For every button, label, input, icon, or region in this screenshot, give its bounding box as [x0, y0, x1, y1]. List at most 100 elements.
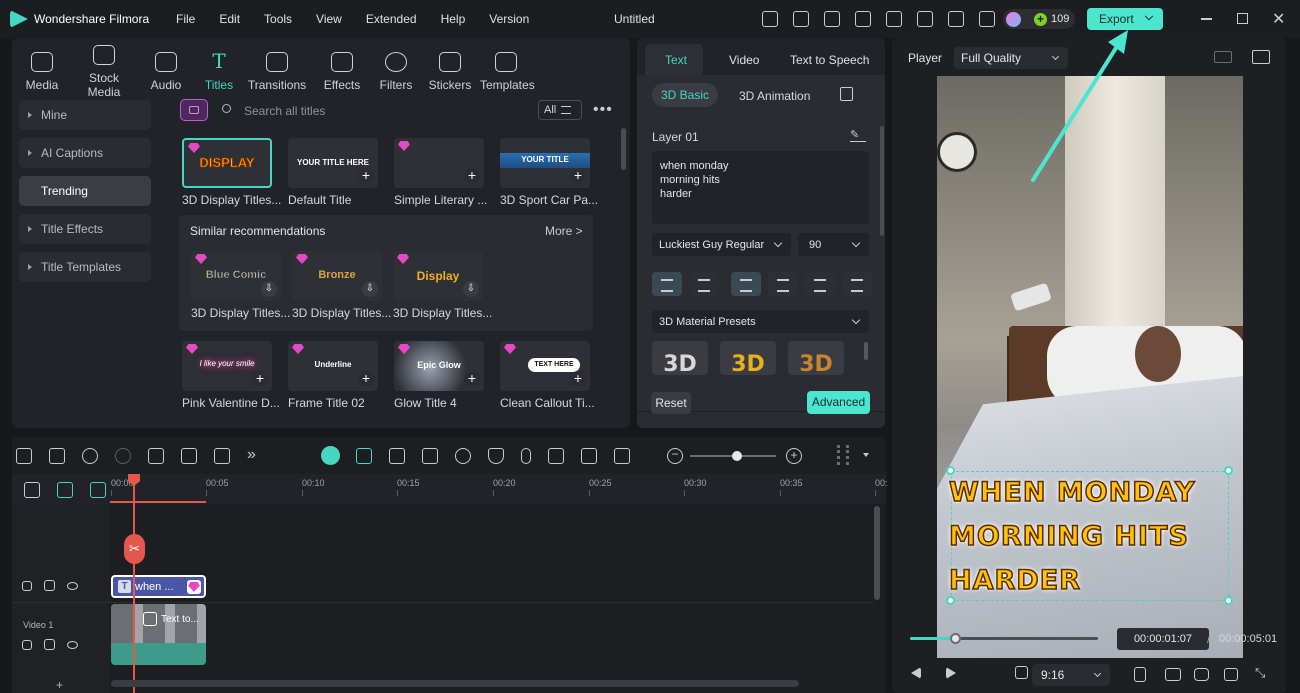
save-preset-icon[interactable]	[840, 87, 853, 101]
export-chevron-icon[interactable]	[1144, 11, 1153, 21]
current-time[interactable]: 00:00:01:07	[1117, 628, 1209, 650]
eye-icon[interactable]	[67, 640, 78, 649]
add-icon[interactable]: +	[464, 168, 480, 184]
volume-icon[interactable]	[1224, 667, 1238, 681]
video-clip[interactable]: Text to...	[111, 604, 206, 665]
menu-help[interactable]: Help	[441, 12, 466, 26]
search-input[interactable]: Search all titles	[244, 104, 325, 118]
add-track-plus-icon[interactable]: +	[56, 678, 63, 692]
align-justify-button[interactable]	[842, 272, 872, 296]
zoom-in-icon[interactable]: +	[786, 448, 802, 464]
link-icon[interactable]	[24, 482, 40, 498]
text-overlay[interactable]: WHEN MONDAY MORNING HITS HARDER	[948, 471, 1196, 603]
title-card[interactable]: Blue Comic ⇩ 3D Display Titles...	[191, 251, 290, 320]
menu-view[interactable]: View	[316, 12, 342, 26]
timeline-ruler[interactable]: 00:00 00:05 00:10 00:15 00:20 00:25 00:3…	[110, 478, 888, 502]
timeline-vertical-scrollbar[interactable]	[874, 506, 880, 600]
font-size-dropdown[interactable]: 90	[798, 233, 869, 256]
tab-transitions[interactable]: Transitions	[242, 52, 312, 92]
title-card[interactable]: Display ⇩ 3D Display Titles...	[393, 251, 492, 320]
eye-icon[interactable]	[67, 581, 78, 590]
text-content-field[interactable]: when monday morning hits harder	[652, 151, 869, 224]
tab-video[interactable]: Video	[729, 53, 759, 67]
title-card[interactable]: I like your smile + Pink Valentine D...	[182, 341, 280, 410]
mark-icon[interactable]	[1134, 666, 1146, 682]
layout-grid-icon[interactable]	[16, 448, 32, 464]
tab-filters[interactable]: Filters	[372, 52, 420, 92]
tab-effects[interactable]: Effects	[312, 52, 372, 92]
add-icon[interactable]: +	[358, 168, 374, 184]
menu-file[interactable]: File	[176, 12, 195, 26]
material-presets-dropdown[interactable]: 3D Material Presets	[652, 310, 869, 333]
audio-mix-icon[interactable]	[548, 447, 564, 464]
lock-icon[interactable]	[22, 639, 32, 650]
split-scissors-icon[interactable]	[181, 448, 197, 464]
playhead-line[interactable]	[133, 475, 135, 693]
more-options-icon[interactable]: •••	[593, 101, 613, 119]
resize-handle[interactable]	[1224, 596, 1233, 605]
reset-button[interactable]: Reset	[651, 392, 691, 414]
sidebar-item-title-templates[interactable]: Title Templates	[19, 252, 151, 282]
tab-text-to-speech[interactable]: Text to Speech	[790, 53, 869, 67]
tab-stickers[interactable]: Stickers	[420, 52, 480, 92]
align-left-button[interactable]	[731, 272, 761, 296]
speaker-icon[interactable]	[44, 639, 55, 650]
property-scrollbar[interactable]	[880, 126, 884, 236]
previous-frame-icon[interactable]	[911, 666, 921, 679]
tab-titles[interactable]: T Titles	[196, 51, 242, 92]
stop-icon[interactable]	[1015, 666, 1028, 679]
camera-icon[interactable]	[1194, 667, 1209, 681]
sidebar-item-title-effects[interactable]: Title Effects	[19, 214, 151, 244]
cloud-upload-icon[interactable]	[917, 11, 933, 27]
speaker-icon[interactable]	[44, 580, 55, 591]
download-icon[interactable]: ⇩	[261, 281, 277, 297]
subtab-3d-animation[interactable]: 3D Animation	[739, 89, 810, 103]
preset-silver[interactable]: 3D	[652, 341, 708, 375]
maximize-icon[interactable]	[1237, 13, 1248, 24]
add-text-icon[interactable]	[214, 448, 230, 464]
preset-gold[interactable]: 3D	[720, 341, 776, 375]
filter-dropdown[interactable]: All	[538, 100, 582, 120]
display-icon[interactable]	[1165, 667, 1181, 681]
credits-badge[interactable]: + 109	[1003, 9, 1076, 29]
next-frame-icon[interactable]	[946, 666, 956, 679]
bold-button[interactable]	[652, 272, 682, 296]
timeline-settings-icon[interactable]	[837, 445, 849, 465]
export-button[interactable]: Export	[1087, 8, 1163, 30]
menu-extended[interactable]: Extended	[366, 12, 417, 26]
resize-handle[interactable]	[946, 466, 955, 475]
title-card[interactable]: Bronze ⇩ 3D Display Titles...	[292, 251, 391, 320]
lock-icon[interactable]	[22, 580, 32, 591]
italic-button[interactable]	[689, 272, 719, 296]
title-card[interactable]: DISPLAY 3D Display Titles...	[182, 138, 281, 207]
close-icon[interactable]: ✕	[1272, 9, 1285, 29]
add-icon[interactable]: +	[358, 371, 374, 387]
feedback-icon[interactable]	[824, 11, 840, 27]
shield-icon[interactable]	[488, 447, 504, 464]
chevron-down-icon[interactable]	[863, 453, 869, 457]
ai-clip-icon[interactable]	[422, 447, 438, 464]
add-icon[interactable]: +	[570, 371, 586, 387]
fit-timeline-icon[interactable]	[614, 447, 630, 464]
aspect-ratio-dropdown[interactable]: 9:16	[1032, 664, 1110, 686]
send-icon[interactable]	[793, 11, 809, 27]
sidebar-item-ai-captions[interactable]: AI Captions	[19, 138, 151, 168]
add-icon[interactable]: +	[570, 168, 586, 184]
delete-icon[interactable]	[148, 448, 164, 464]
save-icon[interactable]	[886, 11, 902, 27]
align-right-button[interactable]	[805, 272, 835, 296]
subtab-3d-basic[interactable]: 3D Basic	[652, 83, 718, 107]
menu-version[interactable]: Version	[489, 12, 529, 26]
keyframe-icon[interactable]	[389, 447, 405, 464]
premium-filter-button[interactable]	[180, 99, 208, 121]
gift-icon[interactable]	[762, 11, 778, 27]
preset-bronze[interactable]: 3D	[788, 341, 844, 375]
apps-grid-icon[interactable]	[979, 11, 995, 27]
more-tools-icon[interactable]: »	[247, 447, 263, 464]
undo-icon[interactable]	[82, 448, 98, 464]
presets-scrollbar[interactable]	[864, 342, 868, 360]
fullscreen-icon[interactable]: ⤡	[1255, 666, 1271, 682]
track-manager-icon[interactable]	[90, 482, 106, 498]
speed-icon[interactable]	[455, 447, 471, 464]
advanced-button[interactable]: Advanced	[807, 391, 870, 414]
